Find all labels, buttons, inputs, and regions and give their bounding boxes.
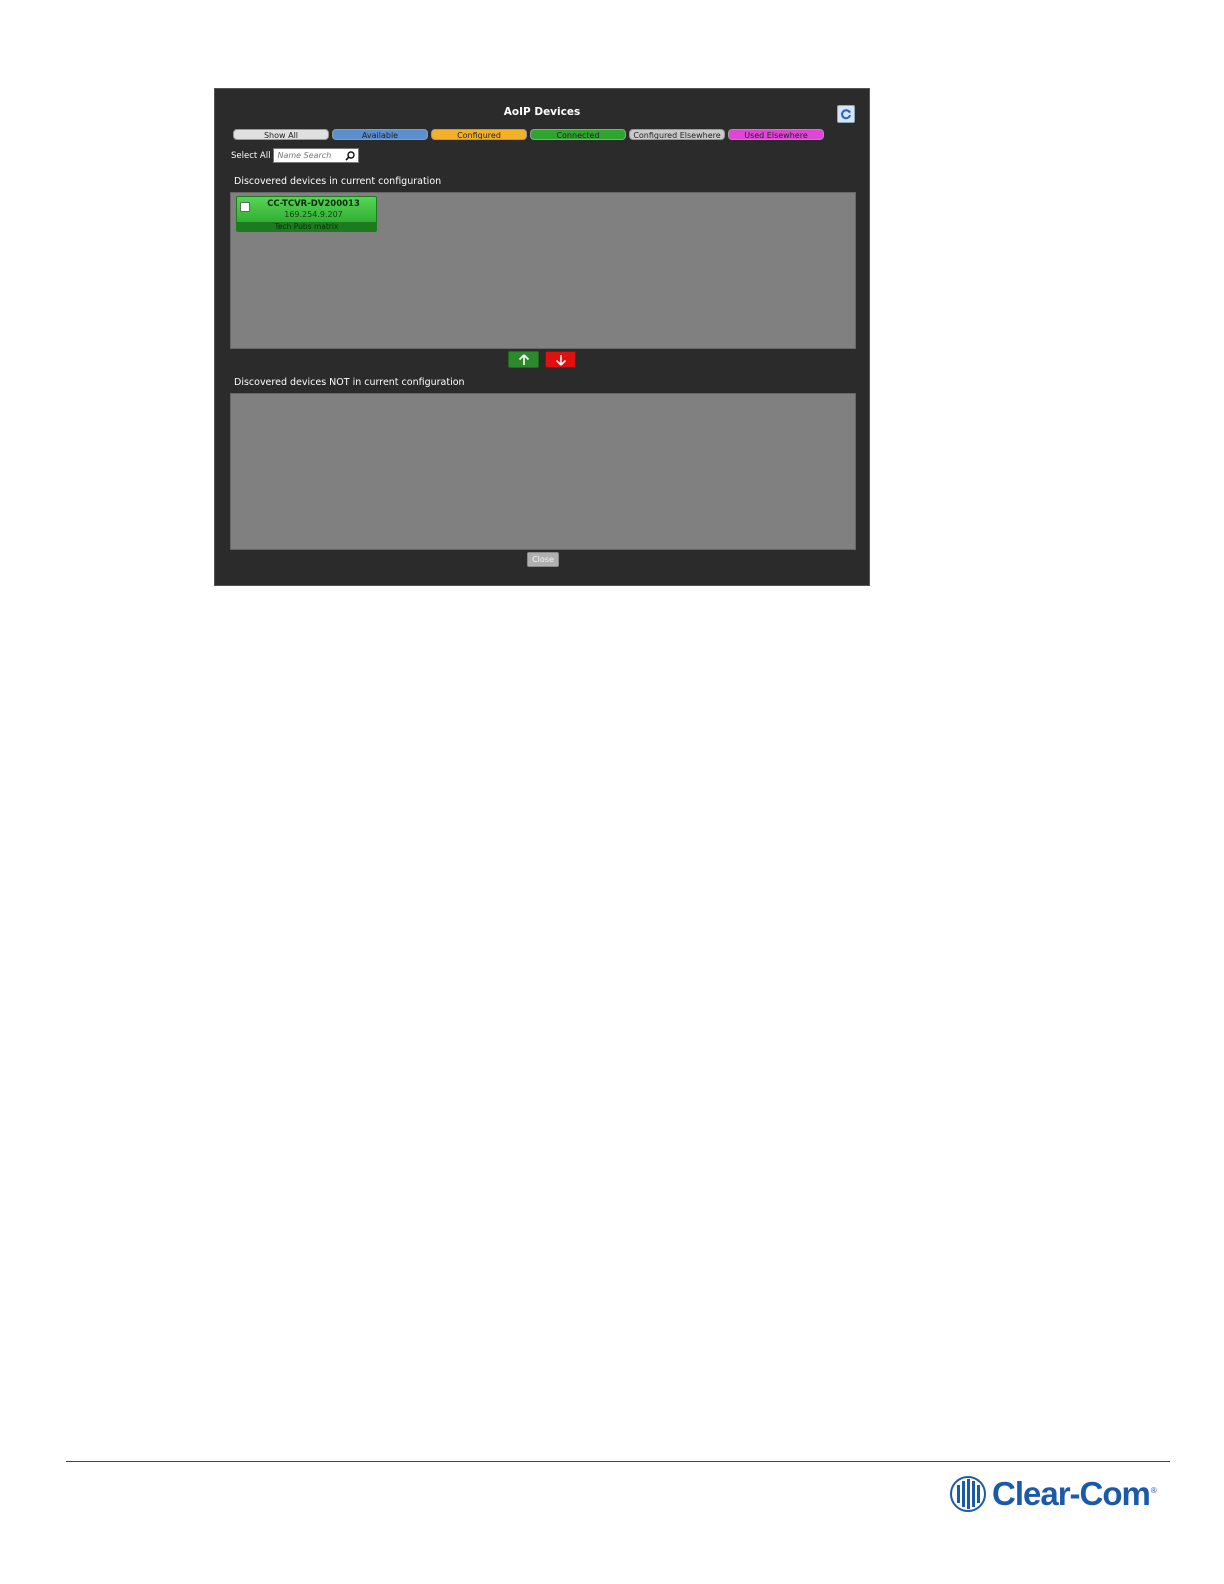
filter-configured[interactable]: Configured [431,129,527,140]
select-all-row: Select All [231,148,360,163]
current-config-label: Discovered devices in current configurat… [234,176,442,187]
filter-available[interactable]: Available [332,129,428,140]
move-down-button[interactable] [545,351,576,368]
name-search-field[interactable] [273,148,360,163]
device-name: CC-TCVR-DV200013 [267,199,360,209]
dialog-title: AoIP Devices [503,106,581,118]
clear-com-logo: Clear-Com ® [948,1474,1157,1514]
aoip-devices-dialog: AoIP Devices Show All Available Configur… [214,88,870,586]
device-checkbox[interactable] [240,202,250,212]
device-card[interactable]: CC-TCVR-DV200013 169.254.9.207 Tech Pubs… [236,196,377,232]
current-config-panel: CC-TCVR-DV200013 169.254.9.207 Tech Pubs… [230,192,856,349]
name-search-input[interactable] [277,149,344,162]
arrow-down-icon [555,354,566,366]
close-button[interactable]: Close [527,552,559,567]
arrow-up-icon [518,353,529,365]
refresh-button[interactable] [837,105,855,123]
filter-used-elsewhere[interactable]: Used Elsewhere [728,129,824,140]
filter-show-all[interactable]: Show All [233,129,329,140]
clear-com-emblem-icon [950,1476,986,1512]
registered-mark: ® [1150,1486,1157,1495]
refresh-icon [841,109,851,120]
move-up-button[interactable] [508,351,539,368]
filter-configured-elsewhere[interactable]: Configured Elsewhere [629,129,725,140]
brand-name: Clear-Com [992,1475,1151,1512]
filter-bar: Show All Available Configured Connected … [233,129,824,140]
other-config-panel [230,393,856,550]
footer-divider [66,1461,1170,1462]
device-ip: 169.254.9.207 [284,210,343,219]
other-config-label: Discovered devices NOT in current config… [234,377,465,388]
filter-connected[interactable]: Connected [530,129,626,140]
search-icon[interactable] [345,150,356,161]
device-matrix: Tech Pubs matrix [237,222,376,231]
select-all-button[interactable]: Select All [231,151,270,161]
